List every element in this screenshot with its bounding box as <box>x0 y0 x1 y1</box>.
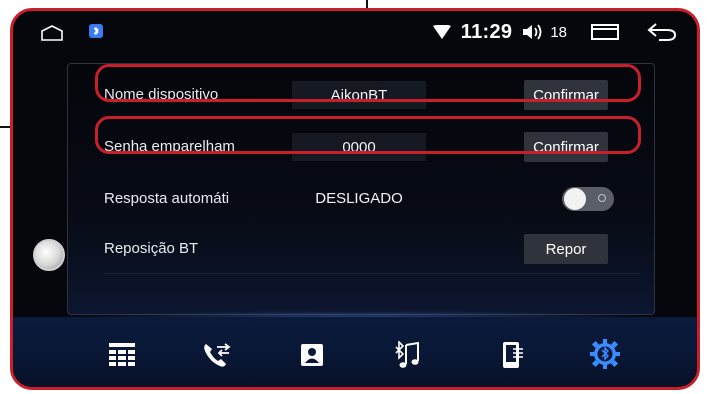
call-log-icon[interactable] <box>203 341 231 369</box>
keypad-icon[interactable] <box>108 341 136 369</box>
wifi-icon <box>432 25 451 39</box>
head-unit-screen: 11:29 18 Nome dispositivo AikonBT Confir… <box>10 8 700 390</box>
auto-answer-toggle[interactable] <box>562 187 614 211</box>
reset-bt-button[interactable]: Repor <box>524 234 608 264</box>
volume-level: 18 <box>550 23 567 41</box>
auto-answer-label: Resposta automáti <box>104 190 230 207</box>
row-divider <box>104 273 640 274</box>
contacts-icon[interactable] <box>298 341 326 369</box>
volume-icon[interactable] <box>522 23 544 41</box>
toggle-off-indicator <box>598 194 606 202</box>
status-right-group: 11:29 18 <box>432 19 677 45</box>
auto-answer-row: Resposta automáti DESLIGADO <box>98 179 650 219</box>
toggle-knob <box>564 188 586 210</box>
home-icon[interactable] <box>41 25 63 41</box>
bluetooth-settings-icon[interactable] <box>589 338 621 370</box>
floating-assist-button[interactable] <box>33 239 65 271</box>
bluetooth-badge-icon <box>89 24 103 38</box>
clock: 11:29 <box>460 20 513 43</box>
device-name-highlight <box>95 64 641 102</box>
pairing-password-highlight <box>95 116 641 154</box>
auto-answer-status: DESLIGADO <box>315 190 403 207</box>
bt-reset-row: Reposição BT Repor <box>98 229 650 269</box>
phone-transfer-icon[interactable] <box>499 341 527 369</box>
bluetooth-music-icon[interactable] <box>393 341 421 369</box>
back-icon[interactable] <box>647 22 677 42</box>
bt-reset-label: Reposição BT <box>104 240 199 257</box>
recent-apps-icon[interactable] <box>591 23 621 41</box>
status-bar: 11:29 18 <box>13 11 697 53</box>
